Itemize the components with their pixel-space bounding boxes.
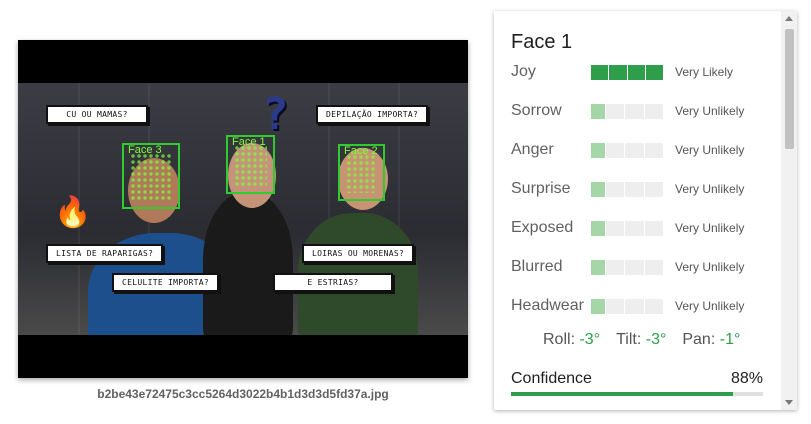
face-box-label: Face 1 [232,136,266,148]
likelihood-segment [591,143,605,158]
pan-readout: Pan: -1° [682,331,741,348]
likelihood-segment [591,104,605,119]
image-preview: ? 🔥 Face 3 Face 1 Face 2 CU OU MAMAS? DE… [18,40,468,378]
likelihood-segment [591,260,605,275]
caption-bubble: DEPILAÇÃO IMPORTA? [316,105,429,124]
likelihood-segment [606,182,625,197]
likelihood-segment [606,299,625,314]
attribute-name: Surprise [511,180,571,197]
likelihood-segment [606,221,625,236]
likelihood-label: Very Unlikely [675,104,745,118]
attribute-name: Sorrow [511,102,562,119]
face-box-1: Face 1 [226,135,275,194]
attribute-name: Headwear [511,297,584,314]
attribute-row-anger: Anger Very Unlikely [511,141,771,159]
face-box-label: Face 3 [128,144,162,156]
tilt-readout: Tilt: -3° [616,331,667,348]
face-box-3: Face 3 [122,143,180,209]
likelihood-meter [591,182,663,197]
likelihood-segment [644,143,663,158]
likelihood-segment [591,65,609,80]
caption-bubble: E ESTRIAS? [273,273,393,292]
likelihood-segment [625,221,644,236]
likelihood-segment [645,65,663,80]
likelihood-segment [609,65,627,80]
face-results-panel[interactable]: Face 1 Joy Very Likely Sorrow Very Unlikely… [494,11,797,410]
attribute-row-blurred: Blurred Very Unlikely [511,258,771,276]
likelihood-segment [644,260,663,275]
likelihood-meter [591,104,663,119]
attribute-name: Exposed [511,219,574,236]
image-filename: b2be43e72475c3cc5264d3022b4b1d3d3d5fd37a… [97,387,389,401]
confidence-bar [511,392,763,396]
likelihood-segment [627,65,645,80]
scroll-up-icon[interactable] [785,16,793,21]
likelihood-segment [625,260,644,275]
likelihood-segment [606,143,625,158]
attribute-row-exposed: Exposed Very Unlikely [511,219,771,237]
confidence-bar-fill [511,392,733,396]
likelihood-segment [625,143,644,158]
likelihood-label: Very Unlikely [675,221,745,235]
likelihood-meter [591,143,663,158]
likelihood-label: Very Unlikely [675,182,745,196]
attribute-row-headwear: Headwear Very Unlikely [511,297,771,315]
likelihood-segment [591,221,605,236]
caption-bubble: CU OU MAMAS? [46,105,148,124]
likelihood-meter [591,299,663,314]
likelihood-label: Very Unlikely [675,260,745,274]
likelihood-label: Very Likely [675,65,734,79]
likelihood-label: Very Unlikely [675,143,745,157]
confidence-label: Confidence [511,370,592,387]
confidence-value: 88% [730,370,763,387]
likelihood-segment [625,299,644,314]
panel-scrollbar[interactable] [781,11,797,410]
attribute-name: Anger [511,141,554,158]
scroll-down-icon[interactable] [785,400,793,405]
caption-bubble: CELULITE IMPORTA? [112,273,219,292]
likelihood-segment [644,299,663,314]
photo-scene: ? 🔥 Face 3 Face 1 Face 2 CU OU MAMAS? DE… [18,83,468,335]
face-box-label: Face 2 [344,145,378,157]
question-mark-sticker-icon: ? [262,89,289,140]
caption-bubble: LISTA DE RAPARIGAS? [46,244,164,263]
panel-title: Face 1 [511,31,573,53]
likelihood-segment [644,182,663,197]
likelihood-meter [591,65,663,80]
attribute-name: Blurred [511,258,563,275]
likelihood-segment [591,182,605,197]
likelihood-segment [644,104,663,119]
scroll-thumb[interactable] [785,29,794,149]
likelihood-segment [644,221,663,236]
attribute-row-surprise: Surprise Very Unlikely [511,180,771,198]
face-angles: Roll: -3° Tilt: -3° Pan: -1° [543,331,740,349]
likelihood-segment [606,260,625,275]
likelihood-meter [591,260,663,275]
face-box-2: Face 2 [338,144,385,201]
likelihood-segment [625,104,644,119]
likelihood-segment [591,299,605,314]
caption-bubble: LOIRAS OU MORENAS? [302,244,415,263]
likelihood-segment [625,182,644,197]
attribute-row-joy: Joy Very Likely [511,63,771,81]
likelihood-label: Very Unlikely [675,299,745,313]
likelihood-segment [606,104,625,119]
attribute-name: Joy [511,63,536,80]
flame-sticker-icon: 🔥 [54,196,92,229]
likelihood-meter [591,221,663,236]
attribute-row-sorrow: Sorrow Very Unlikely [511,102,771,120]
roll-readout: Roll: -3° [543,331,601,348]
person-middle [203,193,293,335]
